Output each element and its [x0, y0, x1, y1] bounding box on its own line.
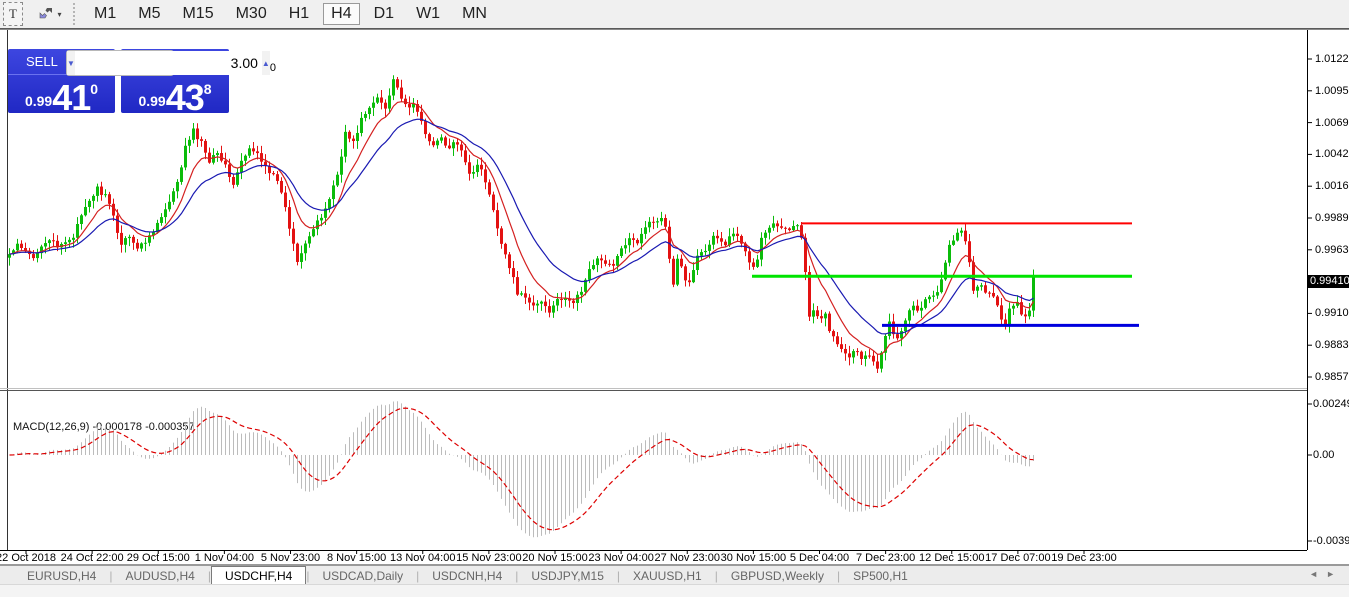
- price-tick-label: 1.00955: [1315, 85, 1349, 97]
- time-tick-label: 5 Nov 23:00: [261, 552, 320, 564]
- price-tick-label: 1.00160: [1315, 180, 1349, 192]
- volume-input[interactable]: [75, 51, 262, 75]
- time-tick-label: 22 Oct 2018: [0, 552, 56, 564]
- buy-price: 0.99438: [121, 75, 229, 116]
- price-tick-label: 1.00425: [1315, 148, 1349, 160]
- macd-tick-label: 0.002492: [1313, 398, 1349, 410]
- sell-price: 0.99410: [8, 75, 115, 116]
- chart-tab-bar: EURUSD,H4|AUDUSD,H4|USDCHF,H4|USDCAD,Dai…: [0, 565, 1349, 585]
- chart-tab-usdchf[interactable]: USDCHF,H4: [211, 566, 306, 585]
- chart-tab-gbpusd[interactable]: GBPUSD,Weekly: [718, 567, 837, 585]
- chart-tab-usdcnh[interactable]: USDCNH,H4: [419, 567, 515, 585]
- time-tick-label: 17 Dec 07:00: [985, 552, 1050, 564]
- time-tick-label: 23 Nov 04:00: [588, 552, 653, 564]
- price-tick-label: 0.99100: [1315, 307, 1349, 319]
- volume-increase-button[interactable]: ▲: [262, 51, 270, 75]
- time-tick-label: 15 Nov 23:00: [456, 552, 521, 564]
- volume-decrease-button[interactable]: ▼: [67, 51, 75, 75]
- time-tick-label: 24 Oct 22:00: [61, 552, 124, 564]
- chart-tab-usdcad[interactable]: USDCAD,Daily: [309, 567, 416, 585]
- time-tick-label: 29 Oct 15:00: [127, 552, 190, 564]
- chart-tab-xauusd[interactable]: XAUUSD,H1: [620, 567, 715, 585]
- tab-scroll-left-icon[interactable]: ◄: [1309, 569, 1326, 579]
- volume-control: ▼ ▲: [66, 50, 174, 76]
- time-tick-label: 8 Nov 15:00: [327, 552, 386, 564]
- time-tick-label: 12 Dec 15:00: [919, 552, 984, 564]
- macd-tick-label: 0.00: [1313, 449, 1349, 461]
- status-strip: [0, 584, 1349, 597]
- price-tick-label: 0.99895: [1315, 212, 1349, 224]
- price-tick-label: 0.99630: [1315, 244, 1349, 256]
- time-tick-label: 1 Nov 04:00: [195, 552, 254, 564]
- time-tick-label: 7 Dec 23:00: [856, 552, 915, 564]
- chart-tab-eurusd[interactable]: EURUSD,H4: [14, 567, 109, 585]
- time-tick-label: 27 Nov 23:00: [655, 552, 720, 564]
- tab-scroll-arrows: ◄►: [1309, 569, 1343, 579]
- chart-tab-audusd[interactable]: AUDUSD,H4: [112, 567, 207, 585]
- current-price-tag: 0.99410: [1308, 275, 1349, 288]
- price-tick-label: 0.98570: [1315, 371, 1349, 383]
- chart-tab-sp500[interactable]: SP500,H1: [840, 567, 921, 585]
- time-tick-label: 19 Dec 23:00: [1051, 552, 1116, 564]
- one-click-trading-panel: SELL 0.99410 BUY 0.99438 ▼ ▲: [8, 49, 229, 113]
- price-tick-label: 1.00690: [1315, 117, 1349, 129]
- price-tick-label: 1.01220: [1315, 53, 1349, 65]
- tab-scroll-right-icon[interactable]: ►: [1326, 569, 1343, 579]
- time-tick-label: 5 Dec 04:00: [790, 552, 849, 564]
- time-tick-label: 20 Nov 15:00: [522, 552, 587, 564]
- time-tick-label: 30 Nov 15:00: [721, 552, 786, 564]
- macd-tick-label: -0.003913: [1313, 535, 1349, 547]
- chart-tab-usdjpy[interactable]: USDJPY,M15: [518, 567, 616, 585]
- mt4-application-window: T ▾ M1M5M15M30H1H4D1W1MN ▲USDCHF,H4 0.99…: [0, 0, 1349, 597]
- price-tick-label: 0.98835: [1315, 339, 1349, 351]
- sell-label: SELL: [26, 54, 58, 69]
- time-tick-label: 13 Nov 04:00: [390, 552, 455, 564]
